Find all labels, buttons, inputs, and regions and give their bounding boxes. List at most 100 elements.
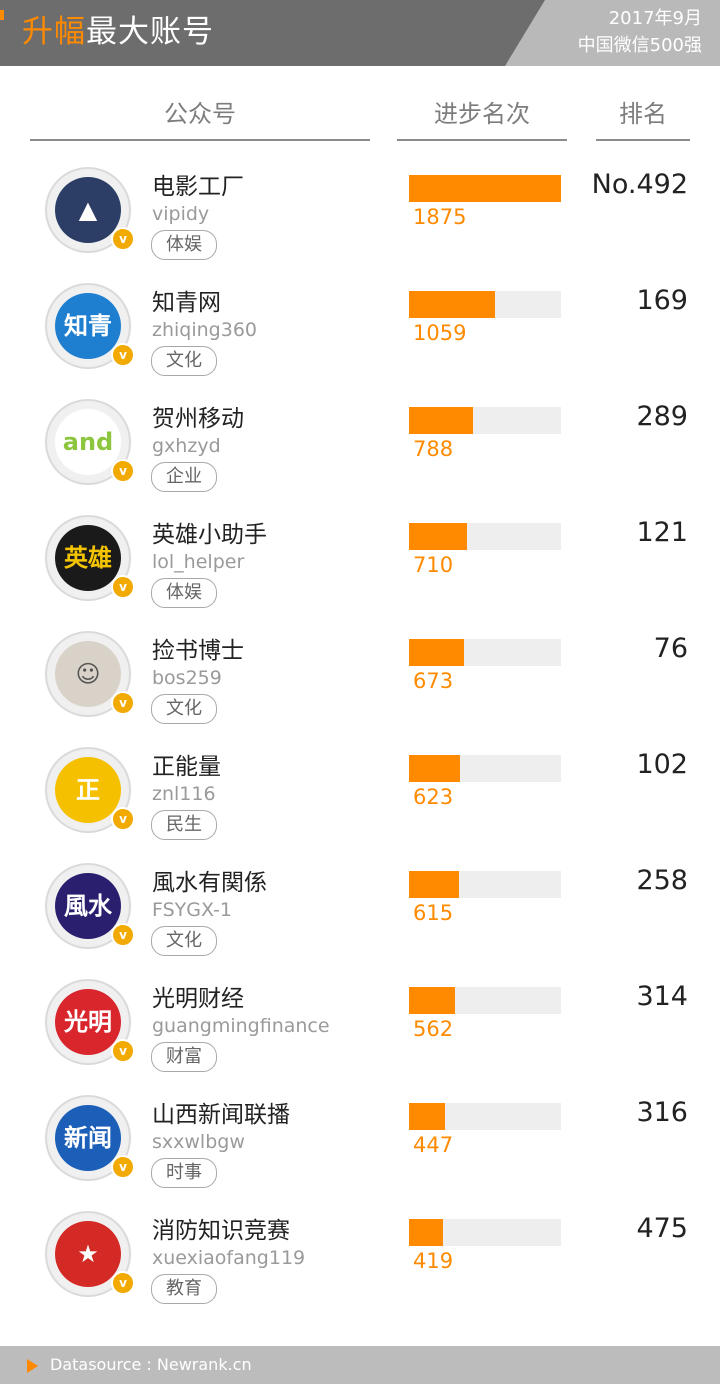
list-item[interactable]: 光明 v 光明财经 guangmingfinance 财富 562 314 <box>0 975 720 1091</box>
title-rest: 最大账号 <box>86 14 214 50</box>
verified-v-icon: v <box>111 807 135 831</box>
column-header-rank: 排名 <box>619 100 667 128</box>
category-tag: 文化 <box>151 926 217 956</box>
account-name: 正能量 <box>152 754 221 780</box>
title-highlight: 升幅 <box>22 14 86 50</box>
account-id: bos259 <box>152 667 222 689</box>
progress-bar-track <box>409 407 561 434</box>
verified-v-icon: v <box>111 575 135 599</box>
list-item[interactable]: 正 v 正能量 znl116 民生 623 102 <box>0 743 720 859</box>
verified-v-icon: v <box>111 923 135 947</box>
account-id: xuexiaofang119 <box>152 1247 306 1269</box>
progress-bar <box>409 871 459 898</box>
account-id: znl116 <box>152 783 216 805</box>
progress-value-label: 615 <box>413 901 454 925</box>
list-item[interactable]: 新闻 v 山西新闻联播 sxxwlbgw 时事 447 316 <box>0 1091 720 1207</box>
account-name: 电影工厂 <box>152 174 244 200</box>
accent-mark <box>0 10 4 20</box>
verified-v-icon: v <box>111 343 135 367</box>
progress-bar <box>409 291 495 318</box>
progress-bar <box>409 1103 445 1130</box>
category-tag: 企业 <box>151 462 217 492</box>
progress-value-label: 623 <box>413 785 454 809</box>
rank-value: 169 <box>636 285 688 316</box>
rank-value: 102 <box>636 749 688 780</box>
list-item[interactable]: ☺ v 捡书博士 bos259 文化 673 76 <box>0 627 720 743</box>
header-banner: 升幅最大账号 2017年9月 中国微信500强 <box>0 0 720 66</box>
avatar[interactable]: 英雄 v <box>45 515 135 601</box>
rank-value: 289 <box>636 401 688 432</box>
category-tag: 文化 <box>151 346 217 376</box>
verified-v-icon: v <box>111 1155 135 1179</box>
avatar[interactable]: 風水 v <box>45 863 135 949</box>
verified-v-icon: v <box>111 227 135 251</box>
progress-bar <box>409 523 467 550</box>
progress-bar-track <box>409 871 561 898</box>
account-name: 贺州移动 <box>152 406 244 432</box>
rank-value: 314 <box>636 981 688 1012</box>
progress-bar-track <box>409 291 561 318</box>
avatar[interactable]: ★ v <box>45 1211 135 1297</box>
progress-bar-track <box>409 1103 561 1130</box>
progress-bar-track <box>409 523 561 550</box>
progress-value-label: 1875 <box>413 205 467 229</box>
list-item[interactable]: ★ v 消防知识竞赛 xuexiaofang119 教育 419 475 <box>0 1207 720 1323</box>
account-name: 知青网 <box>152 290 221 316</box>
category-tag: 财富 <box>151 1042 217 1072</box>
column-header-progress: 进步名次 <box>434 100 530 128</box>
account-id: FSYGX-1 <box>152 899 232 921</box>
progress-value-label: 1059 <box>413 321 467 345</box>
list-item[interactable]: 風水 v 風水有関係 FSYGX-1 文化 615 258 <box>0 859 720 975</box>
rank-value: No.492 <box>591 169 688 200</box>
page-title: 升幅最大账号 <box>22 12 214 52</box>
progress-bar-track <box>409 1219 561 1246</box>
category-tag: 文化 <box>151 694 217 724</box>
progress-value-label: 562 <box>413 1017 454 1041</box>
list-item[interactable]: 英雄 v 英雄小助手 lol_helper 体娱 710 121 <box>0 511 720 627</box>
list-item[interactable]: and v 贺州移动 gxhzyd 企业 788 289 <box>0 395 720 511</box>
progress-bar <box>409 639 464 666</box>
header-subtitle: 中国微信500强 <box>577 35 702 56</box>
account-id: lol_helper <box>152 551 245 573</box>
account-name: 光明财经 <box>152 986 244 1012</box>
progress-bar <box>409 755 460 782</box>
account-name: 捡书博士 <box>152 638 244 664</box>
category-tag: 体娱 <box>151 578 217 608</box>
column-header-account: 公众号 <box>164 100 236 128</box>
column-divider-progress <box>397 139 567 141</box>
verified-v-icon: v <box>111 1271 135 1295</box>
list-item[interactable]: ▲ v 电影工厂 vipidy 体娱 1875 No.492 <box>0 163 720 279</box>
column-divider-rank <box>596 139 690 141</box>
avatar[interactable]: 新闻 v <box>45 1095 135 1181</box>
rank-value: 316 <box>636 1097 688 1128</box>
list-item[interactable]: 知青 v 知青网 zhiqing360 文化 1059 169 <box>0 279 720 395</box>
rank-value: 258 <box>636 865 688 896</box>
verified-v-icon: v <box>111 459 135 483</box>
progress-bar <box>409 175 561 202</box>
category-tag: 民生 <box>151 810 217 840</box>
avatar[interactable]: 知青 v <box>45 283 135 369</box>
account-name: 英雄小助手 <box>152 522 267 548</box>
account-name: 風水有関係 <box>152 870 267 896</box>
avatar[interactable]: ▲ v <box>45 167 135 253</box>
avatar[interactable]: and v <box>45 399 135 485</box>
account-id: guangmingfinance <box>152 1015 330 1037</box>
progress-value-label: 419 <box>413 1249 454 1273</box>
progress-value-label: 788 <box>413 437 454 461</box>
progress-value-label: 710 <box>413 553 454 577</box>
progress-bar <box>409 987 455 1014</box>
avatar[interactable]: 正v <box>45 747 135 833</box>
account-id: vipidy <box>152 203 210 225</box>
avatar[interactable]: ☺ v <box>45 631 135 717</box>
avatar[interactable]: 光明 v <box>45 979 135 1065</box>
progress-bar-track <box>409 175 561 202</box>
account-id: gxhzyd <box>152 435 221 457</box>
progress-bar-track <box>409 755 561 782</box>
progress-bar <box>409 1219 443 1246</box>
progress-value-label: 673 <box>413 669 454 693</box>
progress-bar <box>409 407 473 434</box>
rank-value: 475 <box>636 1213 688 1244</box>
category-tag: 时事 <box>151 1158 217 1188</box>
account-name: 山西新闻联播 <box>152 1102 290 1128</box>
progress-bar-track <box>409 639 561 666</box>
